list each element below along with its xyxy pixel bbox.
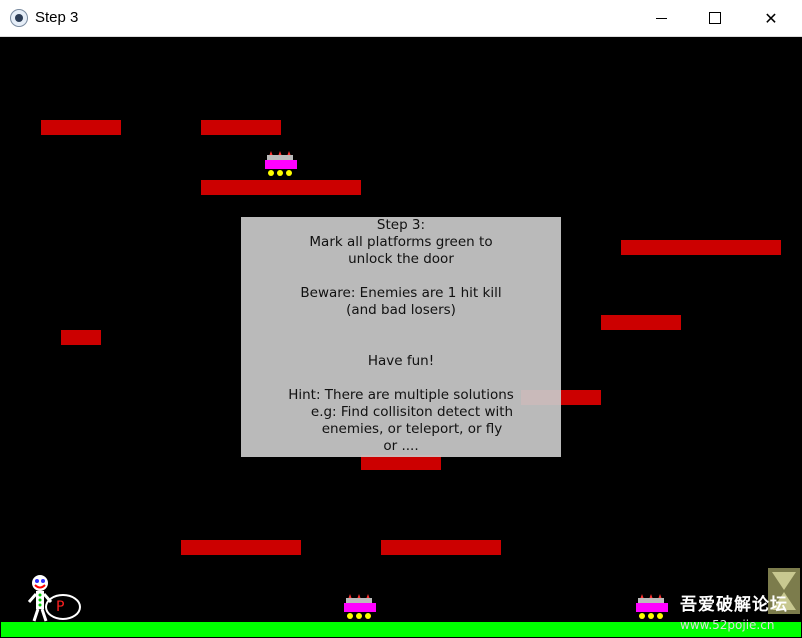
watermark-text: 吾爱破解论坛 [680, 595, 788, 615]
player-badge: P [56, 599, 65, 615]
overlay-line: Hint: There are multiple solutions [288, 387, 514, 403]
overlay-line: (and bad losers) [346, 302, 456, 318]
overlay-line: e.g: Find collisiton detect with [310, 404, 514, 420]
overlay-line: Beware: Enemies are 1 hit kill [300, 285, 502, 301]
player-sprite [27, 575, 81, 622]
overlay-line: enemies, or teleport, or fly [321, 421, 503, 437]
platform [621, 240, 781, 255]
platform [381, 540, 501, 555]
maximize-icon [709, 12, 721, 24]
overlay-line [241, 268, 561, 285]
watermark-url: www.52pojie.cn [680, 618, 775, 632]
platform [41, 120, 121, 135]
instructions-panel: Step 3: Mark all platforms green to unlo… [241, 217, 561, 457]
platform [201, 180, 361, 195]
overlay-line: Have fun! [367, 353, 435, 369]
game-canvas[interactable]: P Step 3: Mark all platforms green to un… [1, 37, 801, 637]
overlay-line [241, 370, 561, 387]
overlay-line [241, 336, 561, 353]
minimize-button[interactable] [638, 0, 684, 36]
window-titlebar: Step 3 ✕ [0, 0, 802, 37]
window-title: Step 3 [35, 9, 79, 26]
close-button[interactable]: ✕ [748, 0, 794, 36]
platform [361, 455, 441, 470]
overlay-line: unlock the door [348, 251, 454, 267]
close-icon: ✕ [764, 8, 778, 28]
enemy-sprite [636, 594, 668, 619]
platform [601, 315, 681, 330]
platform [201, 120, 281, 135]
overlay-line: or .... [383, 438, 419, 454]
paw-icon [10, 9, 28, 27]
enemy-sprite [344, 594, 376, 619]
minimize-icon [655, 17, 667, 19]
overlay-line: Mark all platforms green to [309, 234, 493, 250]
watermark: 吾爱破解论坛 www.52pojie.cn [680, 590, 788, 632]
overlay-line: Step 3: [376, 217, 426, 233]
enemy-sprite [265, 151, 297, 176]
platform [61, 330, 101, 345]
platform [181, 540, 301, 555]
maximize-button[interactable] [692, 0, 738, 36]
overlay-line [241, 319, 561, 336]
